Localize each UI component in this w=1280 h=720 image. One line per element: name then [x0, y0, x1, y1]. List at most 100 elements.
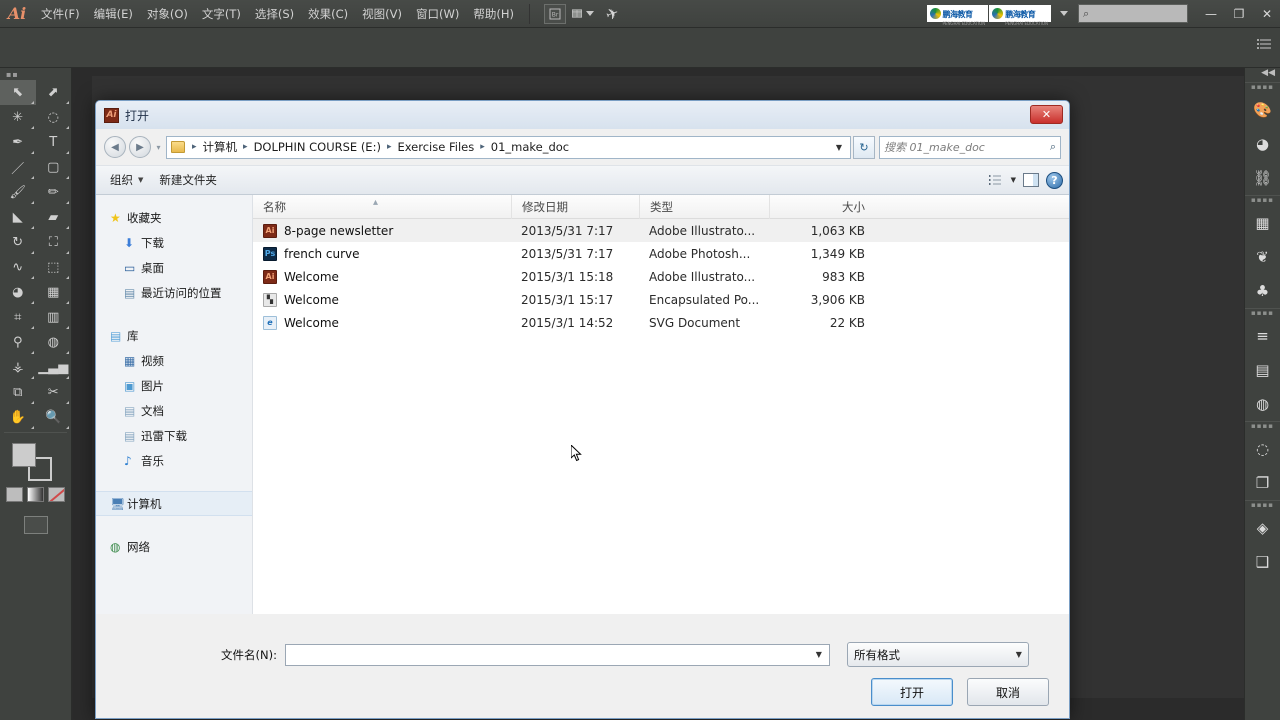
menu-help[interactable]: 帮助(H): [466, 1, 521, 27]
sidebar-libraries[interactable]: ▤ 库: [96, 323, 252, 348]
app-search-input[interactable]: ⌕: [1078, 4, 1188, 23]
sidebar-pictures[interactable]: ▣ 图片: [96, 373, 252, 398]
menu-effect[interactable]: 效果(C): [301, 1, 355, 27]
column-header-type[interactable]: 类型: [639, 194, 769, 219]
organize-button[interactable]: 组织 ▼: [102, 169, 151, 191]
close-button[interactable]: ✕: [1254, 4, 1280, 24]
menu-object[interactable]: 对象(O): [140, 1, 195, 27]
screen-mode-button[interactable]: [23, 516, 48, 534]
dialog-search-input[interactable]: 搜索 01_make_doc ⌕: [879, 135, 1061, 159]
column-header-size[interactable]: 大小: [769, 194, 879, 219]
swatches-panel-icon[interactable]: ▦: [1245, 206, 1280, 240]
table-row[interactable]: Ai 8-page newsletter 2013/5/31 7:17 Adobe I…: [253, 219, 1069, 242]
pencil-tool[interactable]: ✏: [36, 180, 72, 205]
dock-collapse-icon[interactable]: ◀◀: [1245, 68, 1280, 82]
sidebar-favorites[interactable]: ★ 收藏夹: [96, 205, 252, 230]
dock-group-grip[interactable]: ▪▪▪▪: [1245, 309, 1280, 319]
new-folder-button[interactable]: 新建文件夹: [151, 169, 225, 191]
breadcrumb-dropdown-icon[interactable]: ▼: [830, 143, 848, 152]
gradient-tool[interactable]: ▥: [36, 305, 72, 330]
selection-tool[interactable]: ⬉: [0, 80, 36, 105]
column-graph-tool[interactable]: ▁▃▅: [36, 355, 72, 380]
transparency-panel-icon[interactable]: ◍: [1245, 387, 1280, 421]
dock-group-grip[interactable]: ▪▪▪▪: [1245, 83, 1280, 93]
bridge-icon[interactable]: Br: [543, 3, 566, 24]
menu-type[interactable]: 文字(T): [195, 1, 248, 27]
none-button[interactable]: [48, 487, 65, 502]
breadcrumb-item-1[interactable]: DOLPHIN COURSE (E:): [252, 140, 383, 154]
sidebar-thunder-downloads[interactable]: ▤ 迅雷下载: [96, 423, 252, 448]
control-bar-menu-icon[interactable]: [1257, 38, 1272, 53]
breadcrumb-item-3[interactable]: 01_make_doc: [489, 140, 571, 154]
menu-view[interactable]: 视图(V): [355, 1, 409, 27]
graphic-styles-panel-icon[interactable]: ♣: [1245, 274, 1280, 308]
maximize-button[interactable]: ❐: [1226, 4, 1252, 24]
menu-file[interactable]: 文件(F): [34, 1, 87, 27]
menu-select[interactable]: 选择(S): [248, 1, 301, 27]
refresh-button[interactable]: ↻: [853, 135, 875, 159]
breadcrumb-item-0[interactable]: 计算机: [201, 139, 240, 155]
table-row[interactable]: e Welcome 2015/3/1 14:52 SVG Document 22 KB: [253, 311, 1069, 334]
tools-panel-grip[interactable]: ▪▪: [0, 68, 71, 80]
sidebar-computer[interactable]: 🖥 计算机: [96, 491, 252, 516]
dock-group-grip[interactable]: ▪▪▪▪: [1245, 422, 1280, 432]
filename-dropdown-icon[interactable]: ▼: [811, 650, 827, 659]
scale-tool[interactable]: ⛶: [36, 230, 72, 255]
color-guide-panel-icon[interactable]: ◕: [1245, 127, 1280, 161]
sidebar-recent-places[interactable]: ▤ 最近访问的位置: [96, 280, 252, 305]
direct-selection-tool[interactable]: ⬈: [36, 80, 72, 105]
align-panel-icon[interactable]: ≡: [1245, 319, 1280, 353]
blob-brush-tool[interactable]: ◣: [0, 205, 36, 230]
slice-tool[interactable]: ✂: [36, 380, 72, 405]
breadcrumb-item-2[interactable]: Exercise Files: [395, 140, 476, 154]
line-segment-tool[interactable]: ／: [0, 155, 36, 180]
zoom-tool[interactable]: 🔍: [36, 405, 72, 430]
perspective-grid-tool[interactable]: ▦: [36, 280, 72, 305]
symbol-sprayer-tool[interactable]: ⚶: [0, 355, 36, 380]
sidebar-documents[interactable]: ▤ 文档: [96, 398, 252, 423]
help-icon[interactable]: ?: [1046, 171, 1063, 189]
sidebar-videos[interactable]: ▦ 视频: [96, 348, 252, 373]
breadcrumb[interactable]: ▸ 计算机 ▸ DOLPHIN COURSE (E:) ▸ Exercise F…: [166, 135, 851, 159]
sidebar-network[interactable]: ◍ 网络: [96, 534, 252, 559]
table-row[interactable]: Ps french curve 2013/5/31 7:17 Adobe Photos…: [253, 242, 1069, 265]
minimize-button[interactable]: —: [1198, 4, 1224, 24]
type-tool[interactable]: T: [36, 130, 72, 155]
back-button[interactable]: ◀: [104, 136, 126, 158]
sidebar-music[interactable]: ♪ 音乐: [96, 448, 252, 473]
brushes-panel-icon[interactable]: ❦: [1245, 240, 1280, 274]
artboards-panel-icon[interactable]: ❑: [1245, 545, 1280, 579]
forward-button[interactable]: ▶: [129, 136, 151, 158]
dock-group-grip[interactable]: ▪▪▪▪: [1245, 196, 1280, 206]
gradient-panel-icon[interactable]: ▤: [1245, 353, 1280, 387]
symbols-panel-icon[interactable]: ⛓: [1245, 161, 1280, 195]
color-button[interactable]: [6, 487, 23, 502]
eraser-tool[interactable]: ▰: [36, 205, 72, 230]
artboard-tool[interactable]: ⧉: [0, 380, 36, 405]
rectangle-tool[interactable]: ▢: [36, 155, 72, 180]
filetype-select[interactable]: 所有格式 ▼: [846, 642, 1029, 667]
free-transform-tool[interactable]: ⬚: [36, 255, 72, 280]
sidebar-downloads[interactable]: ⬇ 下载: [96, 230, 252, 255]
arrange-documents-icon[interactable]: [571, 4, 594, 24]
rotate-tool[interactable]: ↻: [0, 230, 36, 255]
view-options-icon[interactable]: [983, 169, 1009, 191]
gradient-button[interactable]: [27, 487, 44, 502]
blend-tool[interactable]: ◍: [36, 330, 72, 355]
file-list-pane[interactable]: 名称 ▴ 修改日期 类型 大小 Ai 8-page newsletter 2013/…: [253, 194, 1069, 614]
menu-edit[interactable]: 编辑(E): [87, 1, 140, 27]
pen-tool[interactable]: ✒: [0, 130, 36, 155]
recent-locations-caret-icon[interactable]: ▾: [151, 136, 166, 158]
shape-builder-tool[interactable]: ◕: [0, 280, 36, 305]
rocket-icon[interactable]: ✈: [603, 3, 621, 24]
stroke-panel-icon[interactable]: ◌: [1245, 432, 1280, 466]
fill-swatch[interactable]: [12, 443, 36, 467]
lasso-tool[interactable]: ◌: [36, 105, 72, 130]
layers-panel-icon[interactable]: ◈: [1245, 511, 1280, 545]
view-caret-icon[interactable]: ▼: [1011, 176, 1016, 184]
eyedropper-tool[interactable]: ⚲: [0, 330, 36, 355]
dock-group-grip[interactable]: ▪▪▪▪: [1245, 501, 1280, 511]
open-dialog[interactable]: Ai 打开 ✕ ◀ ▶ ▾ ▸ 计算机 ▸ DOLPHIN COURSE (E:…: [95, 100, 1070, 719]
magic-wand-tool[interactable]: ✳: [0, 105, 36, 130]
brand-caret-icon[interactable]: [1060, 11, 1068, 16]
